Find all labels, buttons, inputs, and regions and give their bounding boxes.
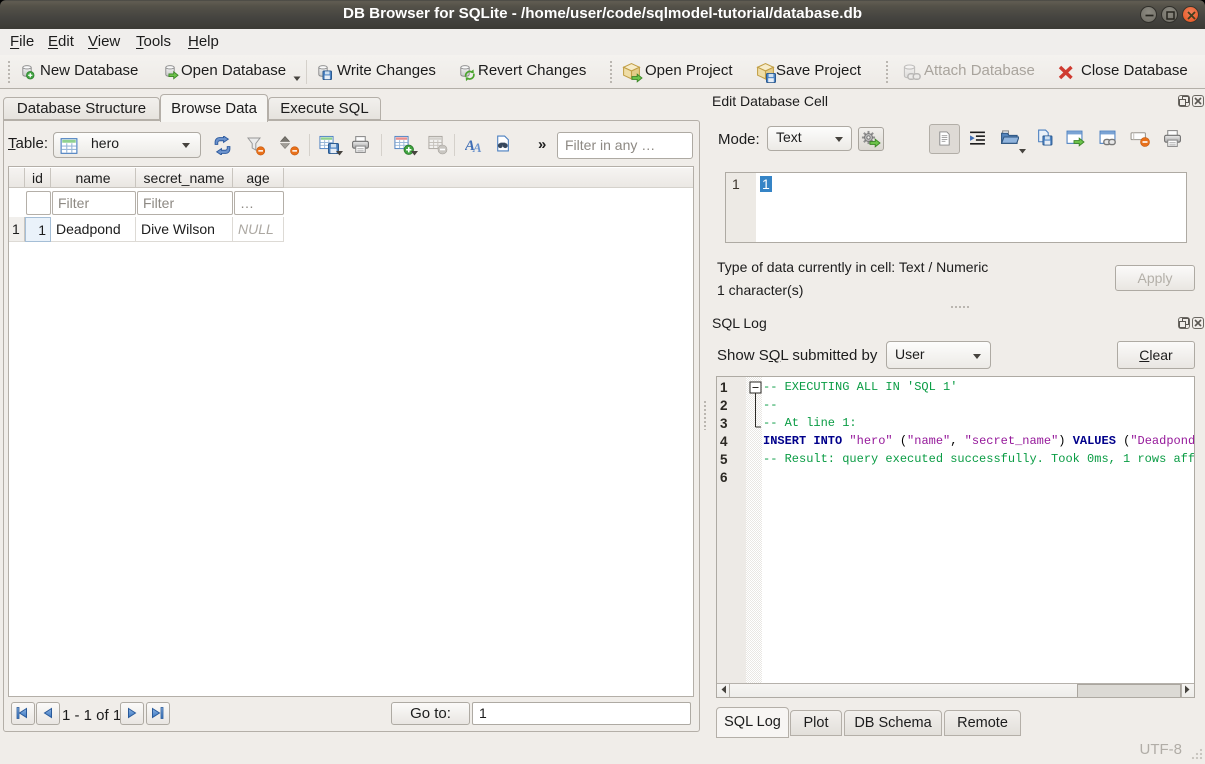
svg-text:A: A [472, 140, 482, 155]
